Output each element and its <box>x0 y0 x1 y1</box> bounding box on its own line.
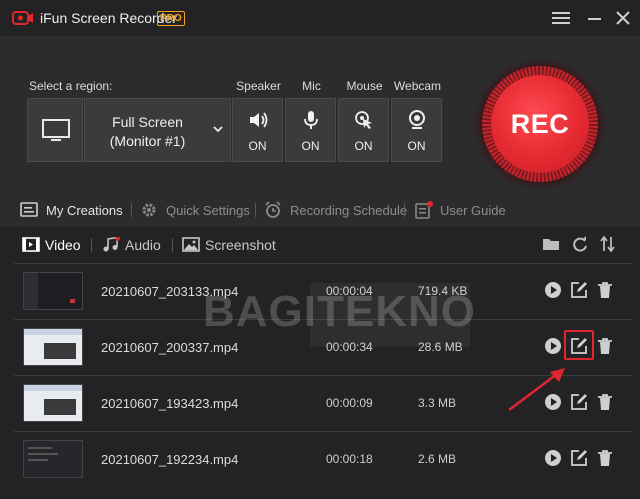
tab-label-video: Video <box>45 237 81 253</box>
video-thumbnail <box>23 272 83 310</box>
sort-icon[interactable] <box>599 235 617 253</box>
monitor-button[interactable] <box>27 98 83 162</box>
watermark-text: BAGITEKNO <box>203 287 476 336</box>
trash-icon[interactable] <box>596 449 614 467</box>
nav-divider <box>404 203 405 217</box>
close-icon[interactable] <box>612 8 634 28</box>
webcam-icon <box>409 110 425 129</box>
nav-divider <box>131 203 132 217</box>
webcam-state: ON <box>407 139 426 153</box>
nav-label-user-guide: User Guide <box>440 203 506 218</box>
mic-icon <box>304 111 318 129</box>
video-thumbnail <box>23 384 83 422</box>
tab-screenshot[interactable]: Screenshot <box>182 235 277 255</box>
nav-recording-schedule[interactable]: Recording Schedule <box>264 200 407 220</box>
mic-label: Mic <box>302 79 321 93</box>
webcam-toggle[interactable]: ON <box>391 98 442 162</box>
region-select[interactable]: Full Screen (Monitor #1) <box>84 98 231 162</box>
refresh-icon[interactable] <box>571 235 589 253</box>
webcam-label: Webcam <box>393 79 442 93</box>
region-value-line1: Full Screen <box>112 114 183 130</box>
play-icon[interactable] <box>544 337 562 355</box>
nav-label-recording-schedule: Recording Schedule <box>290 203 408 218</box>
bottom-nav: My Creations Quick Settings Recording Sc… <box>0 196 640 224</box>
gear-icon <box>142 203 156 217</box>
tab-divider <box>91 238 92 252</box>
edit-icon[interactable] <box>570 281 588 299</box>
tab-audio[interactable]: Audio <box>102 235 166 255</box>
edit-icon[interactable] <box>570 449 588 467</box>
speaker-label: Speaker <box>236 79 281 93</box>
image-icon <box>182 237 200 252</box>
tab-label-screenshot: Screenshot <box>205 237 276 253</box>
mic-toggle[interactable]: ON <box>285 98 336 162</box>
folder-icon[interactable] <box>542 235 560 253</box>
region-value-line2: (Monitor #1) <box>109 133 186 149</box>
trash-icon[interactable] <box>596 337 614 355</box>
alarm-clock-icon <box>265 201 281 218</box>
file-size: 2.6 MB <box>418 452 457 466</box>
speaker-toggle[interactable]: ON <box>232 98 283 162</box>
rec-button-glow: REC <box>474 58 606 190</box>
media-tabs: Video Audio Screenshot <box>0 226 640 263</box>
pro-badge: PRO <box>157 11 185 26</box>
speaker-icon <box>250 112 268 128</box>
video-thumbnail <box>23 440 83 478</box>
monitor-icon <box>42 119 70 141</box>
nav-divider <box>255 203 256 217</box>
mouse-state: ON <box>354 139 373 153</box>
file-duration: 00:00:09 <box>326 396 373 410</box>
rec-label: REC <box>510 108 570 139</box>
music-icon <box>103 237 120 252</box>
mouse-click-icon <box>355 111 372 129</box>
nav-label-quick-settings: Quick Settings <box>166 203 250 218</box>
annotation-arrow <box>508 368 565 411</box>
tab-video[interactable]: Video <box>22 235 84 255</box>
minimize-icon[interactable] <box>584 8 606 28</box>
tab-label-audio: Audio <box>125 237 161 253</box>
rec-button[interactable]: REC <box>491 75 589 173</box>
nav-label-my-creations: My Creations <box>46 203 123 218</box>
mouse-toggle[interactable]: ON <box>338 98 389 162</box>
film-icon <box>22 237 40 252</box>
guide-icon <box>415 201 433 219</box>
file-name: 20210607_193423.mp4 <box>101 396 239 411</box>
file-name: 20210607_192234.mp4 <box>101 452 239 467</box>
nav-my-creations[interactable]: My Creations <box>20 200 125 220</box>
mouse-label: Mouse <box>346 79 383 93</box>
file-name: 20210607_200337.mp4 <box>101 340 239 355</box>
speaker-state: ON <box>248 139 267 153</box>
title-bar: iFun Screen Recorder PRO <box>0 0 640 36</box>
region-label: Select a region: <box>29 79 113 93</box>
menu-icon[interactable] <box>550 8 572 28</box>
play-icon[interactable] <box>544 449 562 467</box>
file-duration: 00:00:18 <box>326 452 373 466</box>
trash-icon[interactable] <box>596 281 614 299</box>
table-row[interactable]: 20210607_192234.mp4 00:00:18 2.6 MB <box>14 431 632 485</box>
chevron-down-icon <box>213 126 223 133</box>
mic-state: ON <box>301 139 320 153</box>
nav-quick-settings[interactable]: Quick Settings <box>140 200 250 220</box>
video-thumbnail <box>23 328 83 366</box>
play-icon[interactable] <box>544 281 562 299</box>
file-size: 3.3 MB <box>418 396 457 410</box>
app-logo-icon <box>12 11 33 25</box>
tab-divider <box>172 238 173 252</box>
edit-icon[interactable] <box>570 337 588 355</box>
trash-icon[interactable] <box>596 393 614 411</box>
nav-user-guide[interactable]: User Guide <box>414 200 509 220</box>
creations-icon <box>20 202 38 217</box>
